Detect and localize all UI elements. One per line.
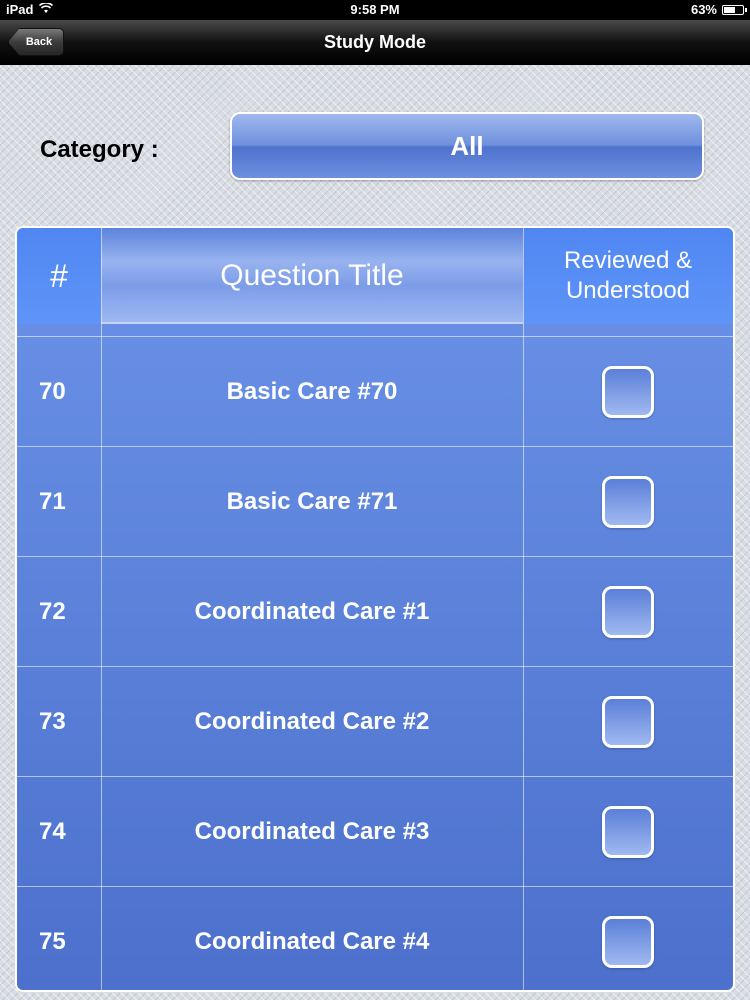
reviewed-checkbox[interactable] [602,476,654,528]
row-reviewed-cell [523,887,733,990]
table-row[interactable]: 74 Coordinated Care #3 [17,776,733,886]
row-number: 72 [39,598,66,625]
row-question-title[interactable]: Coordinated Care #2 [101,667,523,777]
header-number: # [17,228,101,324]
row-question-title[interactable]: Basic Care #70 [101,337,523,447]
table-row[interactable]: 72 Coordinated Care #1 [17,556,733,666]
table-row[interactable]: 70 Basic Care #70 [17,336,733,446]
column-divider [101,228,102,990]
category-label: Category : [40,136,159,163]
row-number: 74 [39,818,66,845]
header-reviewed-line1: Reviewed & [563,247,693,274]
header-question-title: Question Title [101,228,523,324]
header-reviewed: Reviewed & Understood [523,228,733,324]
reviewed-checkbox[interactable] [602,696,654,748]
header-reviewed-line2: Understood [565,277,691,304]
row-number: 71 [39,488,66,515]
reviewed-checkbox[interactable] [602,586,654,638]
row-reviewed-cell [523,777,733,887]
row-number: 75 [39,928,66,955]
row-question-title[interactable]: Coordinated Care #4 [101,887,523,990]
row-reviewed-cell [523,447,733,557]
table-header: # Question Title Reviewed & Understood [17,228,733,324]
nav-bar: Back Study Mode [0,20,750,65]
row-question-title[interactable]: Coordinated Care #3 [101,777,523,887]
row-reviewed-cell [523,557,733,667]
row-reviewed-cell [523,667,733,777]
row-number: 73 [39,708,66,735]
column-divider [523,228,524,990]
questions-table: # Question Title Reviewed & Understood 7… [15,226,735,992]
reviewed-checkbox[interactable] [602,806,654,858]
table-body: 70 Basic Care #70 71 Basic Care #71 72 Coordi… [17,336,733,990]
battery-icon [722,4,747,15]
page-title: Study Mode [324,32,426,52]
reviewed-checkbox[interactable] [602,916,654,968]
reviewed-checkbox[interactable] [602,366,654,418]
table-row[interactable]: 73 Coordinated Care #2 [17,666,733,776]
table-row[interactable]: 71 Basic Care #71 [17,446,733,556]
status-time: 9:58 PM [350,2,400,17]
row-question-title[interactable]: Coordinated Care #1 [101,557,523,667]
row-question-title[interactable]: Basic Care #71 [101,447,523,557]
table-row[interactable]: 75 Coordinated Care #4 [17,886,733,990]
row-number: 70 [39,378,66,405]
battery-percent: 63% [690,2,717,17]
row-reviewed-cell [523,337,733,447]
status-bar: iPad 9:58 PM 63% [0,0,750,20]
category-selector-button[interactable]: All [230,112,704,180]
